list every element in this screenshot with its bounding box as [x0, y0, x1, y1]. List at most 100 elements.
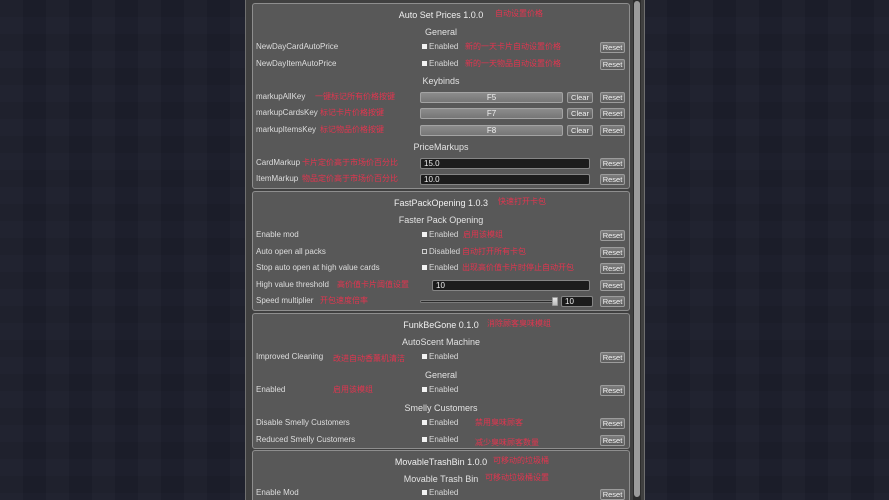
toggle-state-label: Enabled — [429, 230, 459, 239]
reset-button[interactable]: Reset — [600, 91, 625, 103]
group-heading-row: General — [253, 23, 629, 40]
reset-button[interactable]: Reset — [600, 108, 625, 119]
keybind-field[interactable]: F5 — [420, 91, 563, 103]
reset-button[interactable]: Reset — [600, 296, 625, 307]
setting-label: Improved Cleaning — [256, 352, 324, 361]
keybind-field[interactable]: F7 — [420, 108, 563, 119]
toggle-checkbox[interactable]: Enabled — [422, 349, 458, 366]
mod-title: Auto Set Prices 1.0.0 — [398, 10, 484, 20]
setting-row-markupcardskey: markupCardsKey 标记卡片价格按键 F7 Clear Reset — [253, 105, 629, 122]
translation-note: 开包速度倍率 — [320, 296, 368, 305]
group-heading: Movable Trash Bin — [403, 473, 479, 484]
reset-button[interactable]: Reset — [600, 230, 625, 241]
toggle-checkbox[interactable]: Enabled — [422, 227, 458, 244]
setting-label: markupItemsKey — [256, 124, 317, 134]
reset-button[interactable]: Reset — [600, 279, 625, 291]
mod-section-fast-pack-opening: FastPackOpening 1.0.3 快速打开卡包 Faster Pack… — [252, 191, 630, 311]
setting-row-speed-multiplier: Speed multiplier 开包速度倍率 10 Reset — [253, 293, 629, 310]
reset-button[interactable]: Reset — [600, 157, 625, 169]
toggle-checkbox[interactable]: Enabled — [422, 432, 458, 449]
speed-multiplier-slider[interactable] — [420, 296, 558, 307]
checkbox-square — [422, 436, 427, 442]
setting-label: NewDayItemAutoPrice — [256, 58, 337, 68]
checkbox-square — [422, 60, 427, 66]
mod-title-row: MovableTrashBin 1.0.0 可移动的垃圾桶 — [253, 453, 629, 470]
slider-thumb[interactable] — [552, 297, 558, 306]
setting-label: Disable Smelly Customers — [256, 418, 350, 427]
translation-note: 自动打开所有卡包 — [462, 246, 526, 256]
group-heading-row: AutoScent Machine — [253, 333, 629, 350]
group-heading-row: Smelly Customers — [253, 399, 629, 416]
mod-title-row: Auto Set Prices 1.0.0 自动设置价格 — [253, 6, 629, 23]
setting-row-markupitemskey: markupItemsKey 标记物品价格按键 F8 Clear Reset — [253, 122, 629, 139]
translation-note: 消除顾客臭味模组 — [487, 319, 551, 328]
card-markup-input[interactable]: 15.0 — [420, 157, 590, 169]
group-heading: General — [424, 369, 458, 380]
translation-note: 新的一天卡片自动设置价格 — [465, 42, 561, 51]
checkbox-square — [422, 490, 427, 495]
reset-button[interactable]: Reset — [600, 489, 625, 500]
setting-row-newdaycardautoprice: NewDayCardAutoPrice Enabled 新的一天卡片自动设置价格… — [253, 39, 629, 56]
setting-row-enable-mod: Enable mod Enabled 启用该模组 Reset — [253, 227, 629, 244]
toggle-checkbox[interactable]: Enabled — [422, 486, 458, 500]
setting-label: ItemMarkup — [256, 174, 299, 183]
translation-note: 快速打开卡包 — [498, 197, 546, 206]
toggle-checkbox[interactable]: Enabled — [422, 56, 458, 73]
translation-note: 物品定价高于市场价百分比 — [302, 174, 398, 183]
reset-button[interactable]: Reset — [600, 418, 625, 429]
reset-button[interactable]: Reset — [600, 42, 625, 53]
clear-button[interactable]: Clear — [567, 91, 593, 103]
setting-label: NewDayCardAutoPrice — [256, 42, 339, 51]
toggle-state-label: Enabled — [429, 263, 459, 272]
setting-row-cardmarkup: CardMarkup 卡片定价高于市场价百分比 15.0 Reset — [253, 155, 629, 172]
clear-button[interactable]: Clear — [567, 124, 593, 136]
group-heading: General — [424, 26, 458, 37]
toggle-checkbox[interactable]: Enabled — [422, 415, 458, 432]
slider-track — [420, 300, 558, 303]
vertical-scrollbar[interactable] — [633, 0, 641, 500]
reset-button[interactable]: Reset — [600, 434, 625, 446]
setting-row-markupallkey: markupAllKey 一键标记所有价格按键 F5 Clear Reset — [253, 89, 629, 106]
reset-button[interactable]: Reset — [600, 58, 625, 70]
setting-label: markupCardsKey — [256, 108, 318, 117]
clear-button[interactable]: Clear — [567, 108, 593, 119]
translation-note: 出现高价值卡片时停止自动开包 — [462, 263, 574, 272]
translation-note: 卡片定价高于市场价百分比 — [302, 157, 398, 167]
reset-button[interactable]: Reset — [600, 263, 625, 274]
toggle-checkbox[interactable]: Enabled — [422, 382, 458, 399]
reset-button[interactable]: Reset — [600, 124, 625, 136]
toggle-checkbox[interactable]: Disabled — [422, 244, 460, 261]
checkbox-square — [422, 420, 427, 425]
reset-button[interactable]: Reset — [600, 174, 625, 185]
setting-label: Stop auto open at high value cards — [256, 263, 380, 272]
setting-row-stop-auto-open: Stop auto open at high value cards Enabl… — [253, 260, 629, 277]
group-heading-row: Keybinds — [253, 72, 629, 89]
toggle-checkbox[interactable]: Enabled — [422, 260, 458, 277]
keybind-field[interactable]: F8 — [420, 124, 563, 136]
translation-note: 启用该模组 — [333, 385, 373, 394]
reset-button[interactable]: Reset — [600, 246, 625, 258]
group-heading: Keybinds — [422, 76, 460, 86]
config-manager-panel: Auto Set Prices 1.0.0 自动设置价格 General New… — [245, 0, 645, 500]
toggle-checkbox[interactable]: Enabled — [422, 39, 458, 56]
mod-section-movable-trash-bin: MovableTrashBin 1.0.0 可移动的垃圾桶 Movable Tr… — [252, 450, 630, 500]
translation-note: 标记卡片价格按键 — [320, 108, 384, 117]
speed-multiplier-input[interactable]: 10 — [561, 296, 593, 307]
checkbox-square — [422, 248, 427, 254]
setting-label: Auto open all packs — [256, 246, 326, 256]
translation-note: 新的一天物品自动设置价格 — [465, 58, 561, 68]
translation-note: 一键标记所有价格按键 — [315, 91, 395, 101]
setting-label: CardMarkup — [256, 157, 301, 167]
high-value-threshold-input[interactable]: 10 — [432, 279, 590, 291]
translation-note: 禁用臭味顾客 — [475, 418, 523, 427]
setting-row-auto-open-all-packs: Auto open all packs Disabled 自动打开所有卡包 Re… — [253, 244, 629, 261]
reset-button[interactable]: Reset — [600, 385, 625, 396]
toggle-state-label: Enabled — [429, 352, 459, 361]
scrollbar-thumb[interactable] — [634, 1, 640, 497]
item-markup-input[interactable]: 10.0 — [420, 174, 590, 185]
reset-button[interactable]: Reset — [600, 352, 625, 363]
checkbox-square — [422, 232, 427, 237]
translation-note: 可移动垃圾桶设置 — [485, 472, 549, 482]
setting-label: markupAllKey — [256, 91, 306, 101]
mod-title: FunkBeGone 0.1.0 — [403, 320, 479, 330]
